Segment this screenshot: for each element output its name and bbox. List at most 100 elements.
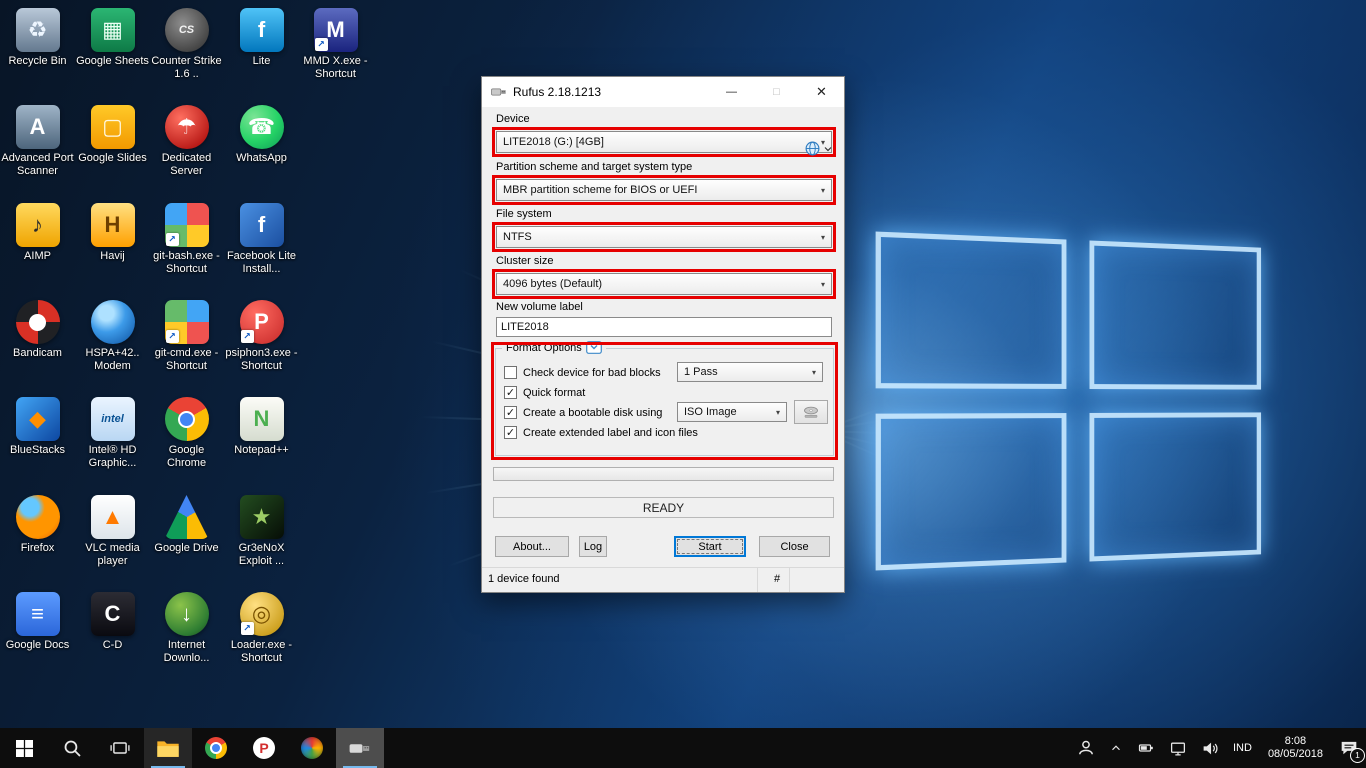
- partition-scheme-select[interactable]: MBR partition scheme for BIOS or UEFI ▾: [496, 179, 832, 201]
- network-button[interactable]: [1162, 728, 1194, 768]
- device-value: LITE2018 (G:) [4GB]: [503, 136, 604, 148]
- chevron-down-icon: ▾: [811, 367, 816, 377]
- rufus-app-icon: [491, 86, 507, 98]
- search-button[interactable]: [48, 728, 96, 768]
- colorful-app-button[interactable]: [288, 728, 336, 768]
- desktop-icon-label: Internet Downlo...: [163, 639, 210, 664]
- windows-logo-icon: [15, 739, 33, 757]
- bootable-disk-checkbox[interactable]: [504, 406, 517, 419]
- desktop-icon-google-chrome[interactable]: Google Chrome: [150, 397, 223, 470]
- log-button[interactable]: Log: [579, 536, 607, 557]
- volume-button[interactable]: [1194, 728, 1226, 768]
- desktop-icon-bandicam[interactable]: Bandicam: [1, 300, 74, 360]
- desktop-icon-google-docs[interactable]: ≡ Google Docs: [1, 592, 74, 652]
- show-hidden-icons-button[interactable]: [1102, 728, 1130, 768]
- shortcut-arrow-icon: ↗: [165, 233, 179, 246]
- iso-image-browse-button[interactable]: [794, 400, 828, 424]
- start-button-taskbar[interactable]: [0, 728, 48, 768]
- close-window-button[interactable]: ✕: [799, 77, 844, 107]
- desktop-icon-dedicated-server[interactable]: ☂ Dedicated Server: [150, 105, 223, 178]
- rufus-taskbar-button[interactable]: [336, 728, 384, 768]
- desktop-icon-label: Counter Strike 1.6 ..: [151, 55, 222, 80]
- usb-drive-icon: [349, 743, 370, 753]
- desktop-icon-google-sheets[interactable]: ▦ Google Sheets: [76, 8, 149, 68]
- desktop-icon-loader-exe[interactable]: ◎ ↗ Loader.exe - Shortcut: [225, 592, 298, 665]
- psiphon3-icon: P ↗: [239, 300, 284, 344]
- advanced-options-toggle-icon[interactable]: [585, 341, 602, 354]
- desktop-icon-intel-hd-graphics[interactable]: intel Intel® HD Graphic...: [76, 397, 149, 470]
- advanced-port-scanner-icon: A: [15, 105, 60, 149]
- desktop-icon-facebook-lite-installer[interactable]: f Facebook Lite Install...: [225, 203, 298, 276]
- psiphon-button[interactable]: P: [240, 728, 288, 768]
- desktop-icon-advanced-port-scanner[interactable]: A Advanced Port Scanner: [1, 105, 74, 178]
- battery-button[interactable]: [1130, 728, 1162, 768]
- desktop-icon-internet-download-manager[interactable]: ↓ Internet Downlo...: [150, 592, 223, 665]
- quick-format-label: Quick format: [523, 386, 586, 399]
- desktop-icon-label: Google Docs: [5, 639, 70, 651]
- desktop-icon-label: MMD X.exe - Shortcut: [303, 55, 368, 80]
- device-label: Device: [496, 113, 530, 125]
- language-button[interactable]: IND: [1226, 728, 1259, 768]
- desktop-icon-recycle-bin[interactable]: ♻ Recycle Bin: [1, 8, 74, 68]
- format-options-label: Format Options: [506, 341, 582, 354]
- desktop-icon-psiphon3[interactable]: P ↗ psiphon3.exe - Shortcut: [225, 300, 298, 373]
- volume-label-input[interactable]: [496, 317, 832, 337]
- desktop-icon-aimp[interactable]: ♪ AIMP: [1, 203, 74, 263]
- close-button[interactable]: Close: [759, 536, 830, 557]
- git-cmd-icon: ↗: [164, 300, 209, 344]
- desktop-icon-c-d[interactable]: C C-D: [76, 592, 149, 652]
- status-panel: READY: [493, 497, 834, 518]
- statusbar-separator: [757, 568, 758, 592]
- file-explorer-button[interactable]: [144, 728, 192, 768]
- vlc-media-player-icon: ▲: [90, 495, 135, 539]
- start-button[interactable]: Start: [674, 536, 746, 557]
- desktop-icon-git-bash[interactable]: ↗ git-bash.exe - Shortcut: [150, 203, 223, 276]
- minimize-button[interactable]: —: [709, 77, 754, 107]
- format-option-bad-blocks: Check device for bad blocks: [504, 365, 661, 380]
- action-center-button[interactable]: 1: [1332, 728, 1366, 768]
- extended-label-checkbox[interactable]: [504, 426, 517, 439]
- pass-count-select[interactable]: 1 Pass ▾: [677, 362, 823, 382]
- bandicam-icon: [15, 300, 60, 344]
- desktop-icon-git-cmd[interactable]: ↗ git-cmd.exe - Shortcut: [150, 300, 223, 373]
- task-view-button[interactable]: [96, 728, 144, 768]
- statusbar-hash[interactable]: #: [765, 573, 789, 585]
- c-d-icon: C: [90, 592, 135, 636]
- cluster-size-select[interactable]: 4096 bytes (Default) ▾: [496, 273, 832, 295]
- maximize-button[interactable]: □: [754, 77, 799, 107]
- desktop-icon-firefox[interactable]: Firefox: [1, 495, 74, 555]
- chevron-down-icon: ▾: [820, 279, 825, 289]
- quick-format-checkbox[interactable]: [504, 386, 517, 399]
- desktop-icon-whatsapp[interactable]: ☎ WhatsApp: [225, 105, 298, 165]
- volume-label-label: New volume label: [496, 301, 583, 313]
- desktop-icon-hspa-modem[interactable]: HSPA+42.. Modem: [76, 300, 149, 373]
- clock-button[interactable]: 8:08 08/05/2018: [1259, 728, 1332, 768]
- device-select[interactable]: LITE2018 (G:) [4GB] ▾: [496, 131, 832, 153]
- desktop-icon-label: Firefox: [20, 542, 55, 554]
- people-icon: [1079, 740, 1093, 755]
- file-system-select[interactable]: NTFS ▾: [496, 226, 832, 248]
- desktop-icon-counter-strike[interactable]: CS Counter Strike 1.6 ..: [150, 8, 223, 81]
- bootable-disk-label: Create a bootable disk using: [523, 406, 663, 419]
- about-button[interactable]: About...: [495, 536, 569, 557]
- desktop-icon-bluestacks[interactable]: ◆ BlueStacks: [1, 397, 74, 457]
- desktop-icon-google-slides[interactable]: ▢ Google Slides: [76, 105, 149, 165]
- desktop-icon-notepad-plus-plus[interactable]: N Notepad++: [225, 397, 298, 457]
- globe-icon: [805, 141, 820, 156]
- desktop-icon-vlc-media-player[interactable]: ▲ VLC media player: [76, 495, 149, 568]
- aimp-icon: ♪: [15, 203, 60, 247]
- desktop-icon-google-drive[interactable]: Google Drive: [150, 495, 223, 555]
- desktop-icon-label: Gr3eNoX Exploit ...: [238, 542, 285, 567]
- desktop-icon-mmd-x[interactable]: M ↗ MMD X.exe - Shortcut: [299, 8, 372, 81]
- language-selector[interactable]: [804, 140, 832, 157]
- desktop-icon-gr3enox-exploit[interactable]: ★ Gr3eNoX Exploit ...: [225, 495, 298, 568]
- chevron-down-icon: ▾: [775, 407, 780, 417]
- bad-blocks-checkbox[interactable]: [504, 366, 517, 379]
- desktop-icon-lite[interactable]: f Lite: [225, 8, 298, 68]
- boot-type-select[interactable]: ISO Image ▾: [677, 402, 787, 422]
- desktop-icon-label: Havij: [100, 250, 125, 262]
- desktop-icon-havij[interactable]: H Havij: [76, 203, 149, 263]
- chrome-button[interactable]: [192, 728, 240, 768]
- people-button[interactable]: [1070, 728, 1102, 768]
- titlebar[interactable]: Rufus 2.18.1213 — □ ✕: [482, 77, 844, 107]
